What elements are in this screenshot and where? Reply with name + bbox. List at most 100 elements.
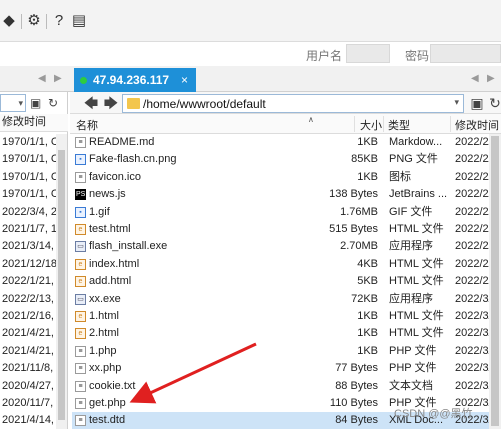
file-modified: 2022/2/ (455, 153, 492, 166)
local-list-item[interactable]: 2022/2/13, (0, 291, 56, 308)
file-size: 4KB (357, 257, 378, 270)
file-row[interactable]: ▪ Fake-flash.cn.png 85KB PNG 文件 2022/2/ (72, 151, 501, 168)
file-size: 1KB (357, 344, 378, 357)
column-type[interactable]: 类型 (388, 117, 410, 133)
file-type: 文本文档 (389, 379, 433, 392)
local-list-item[interactable]: 2021/3/14, (0, 238, 56, 255)
html-icon: e (75, 311, 86, 322)
column-divider[interactable] (354, 116, 355, 132)
disconnect-icon[interactable]: ◆ (0, 12, 18, 30)
tab-scroll-left-icon[interactable]: ◀ (38, 73, 46, 84)
folder-action-icon[interactable]: ▣ (468, 96, 486, 110)
file-size: 1KB (357, 327, 378, 340)
file-size: 1.76MB (340, 205, 378, 218)
local-list-item[interactable]: 2022/3/4, 2 (0, 204, 56, 221)
file-size: 85KB (351, 153, 378, 166)
file-name: index.html (89, 257, 140, 270)
local-list-item[interactable]: 2020/11/7, (0, 395, 56, 412)
remote-path-field[interactable]: /home/wwwroot/default ▾ (122, 94, 464, 113)
file-row[interactable]: e 2.html 1KB HTML 文件 2022/3/ (72, 325, 501, 342)
image-icon: ▪ (75, 154, 86, 166)
gear-icon[interactable]: ⚙ (25, 12, 43, 30)
file-name: 1.html (89, 310, 119, 322)
local-path-dropdown[interactable]: ▾ (0, 94, 26, 112)
file-size: 72KB (351, 292, 378, 305)
column-modified[interactable]: 修改时间 (455, 117, 499, 133)
local-column-modified[interactable]: 修改时间 (0, 114, 68, 132)
file-row[interactable]: e test.html 515 Bytes HTML 文件 2022/2/ (72, 221, 501, 238)
local-list-item[interactable]: 2021/1/7, 1 (0, 221, 56, 238)
file-name: 1.php (89, 344, 117, 357)
toolbar-divider (46, 14, 47, 29)
column-name[interactable]: 名称 (76, 117, 98, 133)
local-list-item[interactable]: 2021/12/18 (0, 256, 56, 273)
local-list-item[interactable]: 2020/4/27, (0, 378, 56, 395)
folder-icon (127, 98, 140, 109)
file-row[interactable]: e 1.html 1KB HTML 文件 2022/3/ (72, 308, 501, 325)
file-name: test.html (89, 223, 131, 235)
file-type: 应用程序 (389, 240, 433, 253)
help-icon[interactable]: ? (50, 12, 68, 30)
password-input[interactable] (430, 44, 501, 63)
top-toolbar: ◆ ⚙ ? ▤ (0, 0, 501, 42)
file-type: 图标 (389, 170, 411, 183)
file-row[interactable]: ≡ 1.php 1KB PHP 文件 2022/3/ (72, 343, 501, 360)
local-scrollbar-thumb[interactable] (58, 150, 65, 420)
file-name: cookie.txt (89, 379, 136, 392)
refresh-icon[interactable]: ↻ (486, 96, 501, 110)
remote-path-text: /home/wwwroot/default (143, 97, 266, 111)
chevron-down-icon[interactable]: ▾ (454, 97, 459, 108)
file-type: PHP 文件 (389, 344, 437, 357)
local-list-item[interactable]: 1970/1/1, C (0, 169, 56, 186)
html-icon: e (75, 224, 86, 235)
folder-action-icon[interactable]: ▣ (30, 96, 41, 110)
back-arrow-icon[interactable]: 🡄 (82, 96, 100, 110)
column-divider[interactable] (383, 116, 384, 132)
column-divider[interactable] (450, 116, 451, 132)
file-row[interactable]: e add.html 5KB HTML 文件 2022/2/ (72, 273, 501, 290)
html-icon: e (75, 258, 86, 270)
local-list-item[interactable]: 2022/1/21, (0, 273, 56, 290)
file-row[interactable]: ▪ 1.gif 1.76MB GIF 文件 2022/2/ (72, 204, 501, 221)
file-row[interactable]: ▭ flash_install.exe 2.70MB 应用程序 2022/2/ (72, 238, 501, 255)
file-row[interactable]: ≡ cookie.txt 88 Bytes 文本文档 2022/3/ (72, 378, 501, 395)
document-icon: ≡ (75, 380, 86, 392)
file-list-header: 名称 大小 类型 修改时间 (70, 114, 501, 134)
file-size: 1KB (357, 310, 378, 322)
file-row[interactable]: ≡ README.md 1KB Markdow... 2022/2/ (72, 134, 501, 151)
sort-ascending-icon: ∧ (308, 115, 314, 124)
file-row[interactable]: e index.html 4KB HTML 文件 2022/2/ (72, 256, 501, 273)
forward-arrow-icon[interactable]: 🡆 (102, 96, 120, 110)
file-row[interactable]: ▭ xx.exe 72KB 应用程序 2022/3/ (72, 291, 501, 308)
file-modified: 2022/3/ (455, 362, 492, 375)
file-type: Markdow... (389, 136, 443, 148)
tab-scroll-right-icon[interactable]: ▶ (487, 73, 495, 84)
local-list-item[interactable]: 2021/11/8, (0, 360, 56, 377)
local-list-item[interactable]: 1970/1/1, C (0, 151, 56, 168)
local-list-item[interactable]: 2021/4/21, (0, 325, 56, 342)
refresh-icon[interactable]: ↻ (48, 96, 58, 110)
file-row[interactable]: ≡ favicon.ico 1KB 图标 2022/2/ (72, 169, 501, 186)
file-row[interactable]: PS news.js 138 Bytes JetBrains ... 2022/2/ (72, 186, 501, 203)
tab-scroll-right-icon[interactable]: ▶ (54, 73, 62, 84)
document-icon: ≡ (75, 137, 86, 148)
local-list-item[interactable]: 2021/2/16, (0, 308, 56, 325)
file-type: HTML 文件 (389, 310, 444, 322)
username-input[interactable] (346, 44, 390, 63)
local-list-item[interactable]: 1970/1/1, C (0, 186, 56, 203)
local-list-item[interactable]: 1970/1/1, C (0, 134, 56, 151)
tab-server[interactable]: 47.94.236.117 × (74, 68, 196, 92)
html-icon: e (75, 328, 86, 340)
file-row[interactable]: ≡ xx.php 77 Bytes PHP 文件 2022/3/ (72, 360, 501, 377)
file-modified: 2022/3/ (455, 327, 492, 340)
local-list-item[interactable]: 2021/4/21, (0, 343, 56, 360)
close-icon[interactable]: × (181, 68, 188, 92)
file-name: xx.exe (89, 292, 121, 305)
local-list-item[interactable]: 2021/4/14, (0, 412, 56, 429)
remote-scrollbar-thumb[interactable] (491, 136, 499, 426)
column-size[interactable]: 大小 (360, 117, 382, 133)
file-modified: 2022/2/ (455, 257, 492, 270)
chat-icon[interactable]: ▤ (70, 12, 88, 30)
tab-scroll-left-icon[interactable]: ◀ (471, 73, 479, 84)
watermark: CSDN @@黑竹 (394, 408, 473, 420)
